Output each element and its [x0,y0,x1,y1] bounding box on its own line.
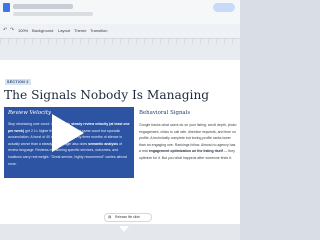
transition-button[interactable]: Transition [90,28,107,33]
title-bar [0,0,240,24]
toolbar: ↶ ↷ 100% Background Layout Theme Transit… [0,24,240,39]
theme-button[interactable]: Theme [74,28,86,33]
chevron-down-icon[interactable] [119,226,129,232]
undo-icon[interactable]: ↶ [3,27,7,33]
redo-icon[interactable]: ↷ [10,27,14,33]
editor-window: ↶ ↷ 100% Background Layout Theme Transit… [0,0,240,240]
slide-page[interactable]: SECTION 2 The Signals Nobody Is Managing… [0,60,240,224]
menu-bar[interactable] [13,12,93,16]
behavioral-signals-column: Behavioral Signals Google tracks what us… [139,107,237,162]
layout-button[interactable]: Layout [58,28,70,33]
slide-action-label: Release file slide [115,215,140,219]
play-icon[interactable] [52,114,84,152]
slide-icon: ▤ [108,215,112,219]
review-velocity-title: Review Velocity [8,110,52,116]
share-button[interactable] [213,3,235,12]
page-title: The Signals Nobody Is Managing [4,88,210,102]
slide-action-bar[interactable]: ▤ Release file slide [104,213,152,222]
behavioral-signals-text: Google tracks what users do on your list… [139,123,237,160]
review-velocity-box: Review Velocity Stop obsessing over coun… [4,107,134,178]
behavioral-signals-title: Behavioral Signals [139,110,191,116]
background-button[interactable]: Background [32,28,53,33]
document-title-placeholder[interactable] [13,4,73,9]
section-badge: SECTION 2 [5,79,31,85]
zoom-select[interactable]: 100% [18,28,28,33]
ruler [0,39,240,44]
document-icon[interactable] [3,3,10,12]
